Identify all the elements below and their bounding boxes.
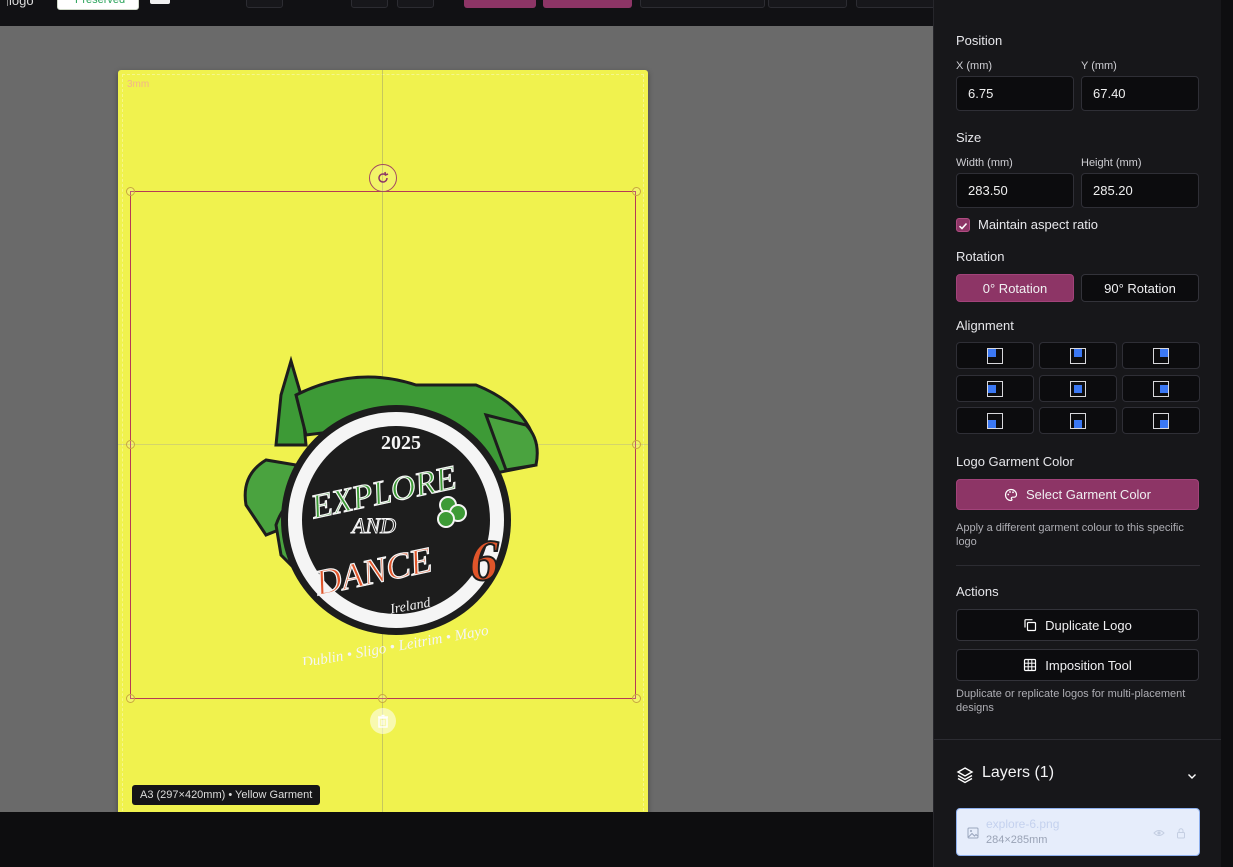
lock-icon[interactable] (1175, 827, 1187, 839)
resize-handle-middle-right[interactable] (632, 440, 641, 449)
layers-divider (934, 739, 1221, 740)
align-top-left-button[interactable] (956, 342, 1034, 369)
rotation-0-button[interactable]: 0° Rotation (956, 274, 1074, 302)
garment-color-helper: Apply a different garment colour to this… (956, 522, 1184, 548)
properties-panel: Position X (mm) Y (mm) 6.75 67.40 Size W… (933, 0, 1221, 867)
toolbar-primary-button-1[interactable] (464, 0, 536, 8)
align-middle-right-icon (1153, 381, 1169, 397)
actions-title: Actions (956, 584, 999, 599)
resize-handle-bottom-center[interactable] (378, 694, 387, 703)
y-input[interactable]: 67.40 (1081, 76, 1199, 111)
chevron-down-icon[interactable] (1186, 770, 1198, 782)
eye-icon[interactable] (1153, 827, 1165, 839)
duplicate-logo-label: Duplicate Logo (1045, 617, 1132, 633)
toolbar-button-3[interactable] (397, 0, 434, 8)
align-bottom-right-icon (1153, 413, 1169, 429)
canvas-size-caption: A3 (297×420mm) • Yellow Garment (132, 785, 321, 805)
x-label: X (mm) (956, 60, 993, 72)
bleed-label: 3mm (127, 79, 150, 90)
resize-handle-bottom-right[interactable] (632, 694, 641, 703)
actions-helper: Duplicate or replicate logos for multi-p… (956, 688, 1186, 714)
breadcrumb-logo[interactable]: logo (9, 0, 34, 8)
rotation-90-label: 90° Rotation (1104, 280, 1176, 296)
rotate-handle[interactable] (369, 164, 397, 192)
duplicate-logo-button[interactable]: Duplicate Logo (956, 609, 1199, 641)
layers-icon (956, 767, 974, 784)
height-input[interactable]: 285.20 (1081, 173, 1199, 208)
delete-logo-button[interactable] (370, 708, 396, 734)
resize-handle-middle-left[interactable] (126, 440, 135, 449)
layers-title: Layers (1) (982, 764, 1055, 781)
toolbar-select-2[interactable] (768, 0, 847, 8)
width-label: Width (mm) (956, 157, 1013, 169)
align-bottom-center-icon (1070, 413, 1086, 429)
layer-item[interactable]: explore-6.png 284×285mm (956, 808, 1200, 856)
app-root: logo Preserved 3mm 2025 EXPLORE AND DANC… (0, 0, 1233, 867)
panel-scroll-gutter[interactable] (1221, 0, 1233, 867)
alignment-title: Alignment (956, 318, 1014, 333)
x-input[interactable]: 6.75 (956, 76, 1074, 111)
copy-icon (1024, 619, 1037, 632)
imposition-tool-button[interactable]: Imposition Tool (956, 649, 1199, 681)
toolbar-primary-button-2[interactable] (543, 0, 632, 8)
layer-size: 284×285mm (986, 834, 1048, 846)
align-bottom-left-icon (987, 413, 1003, 429)
resize-handle-top-left[interactable] (126, 187, 135, 196)
resize-handle-top-right[interactable] (632, 187, 641, 196)
rotation-title: Rotation (956, 249, 1005, 264)
palette-icon (1004, 488, 1018, 501)
toolbar-select-3[interactable] (856, 0, 933, 8)
toolbar-divider (7, 0, 8, 6)
align-bottom-center-button[interactable] (1039, 407, 1117, 434)
imposition-tool-label: Imposition Tool (1045, 657, 1132, 673)
align-top-center-button[interactable] (1039, 342, 1117, 369)
grid-icon (1024, 658, 1037, 672)
layers-header[interactable]: Layers (1) (956, 762, 1200, 786)
align-center-icon (1070, 381, 1086, 397)
top-toolbar: logo Preserved (0, 0, 933, 26)
rotate-icon (378, 171, 389, 183)
actions-divider (956, 565, 1200, 566)
size-title: Size (956, 130, 982, 145)
y-label: Y (mm) (1081, 60, 1117, 72)
align-bottom-right-button[interactable] (1122, 407, 1200, 434)
height-label: Height (mm) (1081, 157, 1142, 169)
align-middle-left-button[interactable] (956, 375, 1034, 402)
toolbar-button-2[interactable] (351, 0, 388, 8)
aspect-ratio-checkbox[interactable] (956, 218, 970, 232)
align-middle-left-icon (987, 381, 1003, 397)
selection-box[interactable] (130, 191, 636, 699)
image-icon (967, 827, 979, 839)
rotation-0-label: 0° Rotation (982, 280, 1048, 296)
position-title: Position (956, 33, 1003, 48)
toolbar-swatch[interactable] (150, 0, 170, 4)
toolbar-button-1[interactable] (246, 0, 283, 8)
preserved-badge: Preserved (57, 0, 139, 10)
bottom-bar (0, 812, 933, 867)
layer-name: explore-6.png (986, 817, 1060, 831)
canvas-workspace[interactable]: 3mm 2025 EXPLORE AND DANCE 6 Ireland Dub… (0, 26, 933, 820)
align-top-right-icon (1153, 348, 1169, 364)
rotation-90-button[interactable]: 90° Rotation (1081, 274, 1199, 302)
aspect-ratio-label: Maintain aspect ratio (978, 217, 1098, 232)
select-garment-color-label: Select Garment Color (1026, 487, 1151, 502)
align-top-right-button[interactable] (1122, 342, 1200, 369)
toolbar-select-1[interactable] (640, 0, 765, 8)
width-input[interactable]: 283.50 (956, 173, 1074, 208)
checkmark-icon (958, 222, 968, 230)
align-top-center-icon (1070, 348, 1086, 364)
garment-color-title: Logo Garment Color (956, 454, 1074, 469)
align-bottom-left-button[interactable] (956, 407, 1034, 434)
trash-icon (378, 714, 388, 728)
align-center-button[interactable] (1039, 375, 1117, 402)
garment-canvas[interactable]: 3mm 2025 EXPLORE AND DANCE 6 Ireland Dub… (118, 70, 648, 820)
select-garment-color-button[interactable]: Select Garment Color (956, 479, 1199, 510)
align-top-left-icon (987, 348, 1003, 364)
align-middle-right-button[interactable] (1122, 375, 1200, 402)
resize-handle-bottom-left[interactable] (126, 694, 135, 703)
